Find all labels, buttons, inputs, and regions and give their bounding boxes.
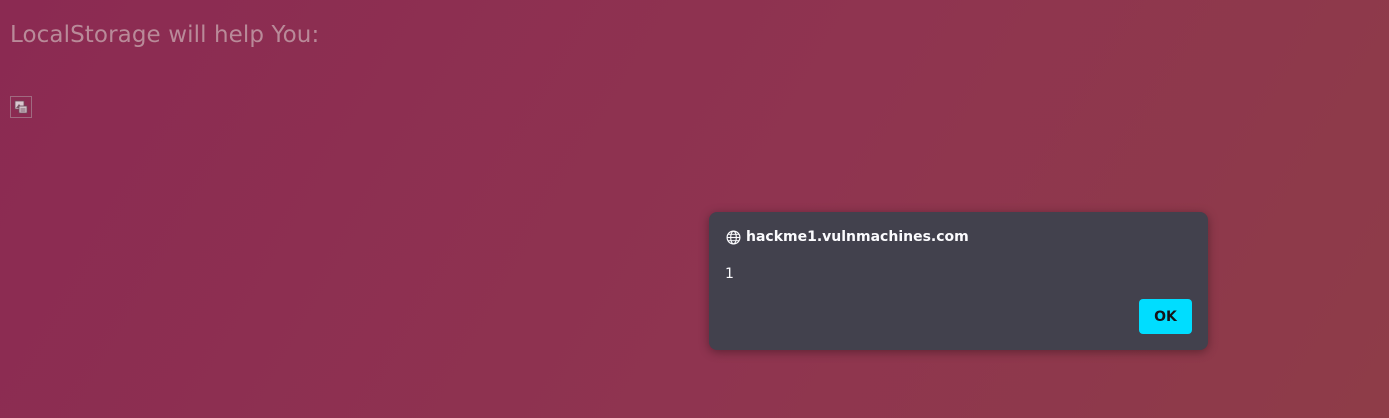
broken-image-icon bbox=[10, 96, 32, 118]
globe-icon bbox=[726, 230, 741, 244]
alert-dialog: hackme1.vulnmachines.com 1 OK bbox=[709, 212, 1208, 350]
alert-message: 1 bbox=[725, 266, 734, 282]
broken-image-glyph bbox=[14, 100, 28, 114]
alert-header: hackme1.vulnmachines.com bbox=[726, 229, 969, 245]
alert-origin: hackme1.vulnmachines.com bbox=[746, 229, 969, 245]
ok-button[interactable]: OK bbox=[1139, 299, 1192, 334]
page-heading: LocalStorage will help You: bbox=[10, 22, 320, 48]
